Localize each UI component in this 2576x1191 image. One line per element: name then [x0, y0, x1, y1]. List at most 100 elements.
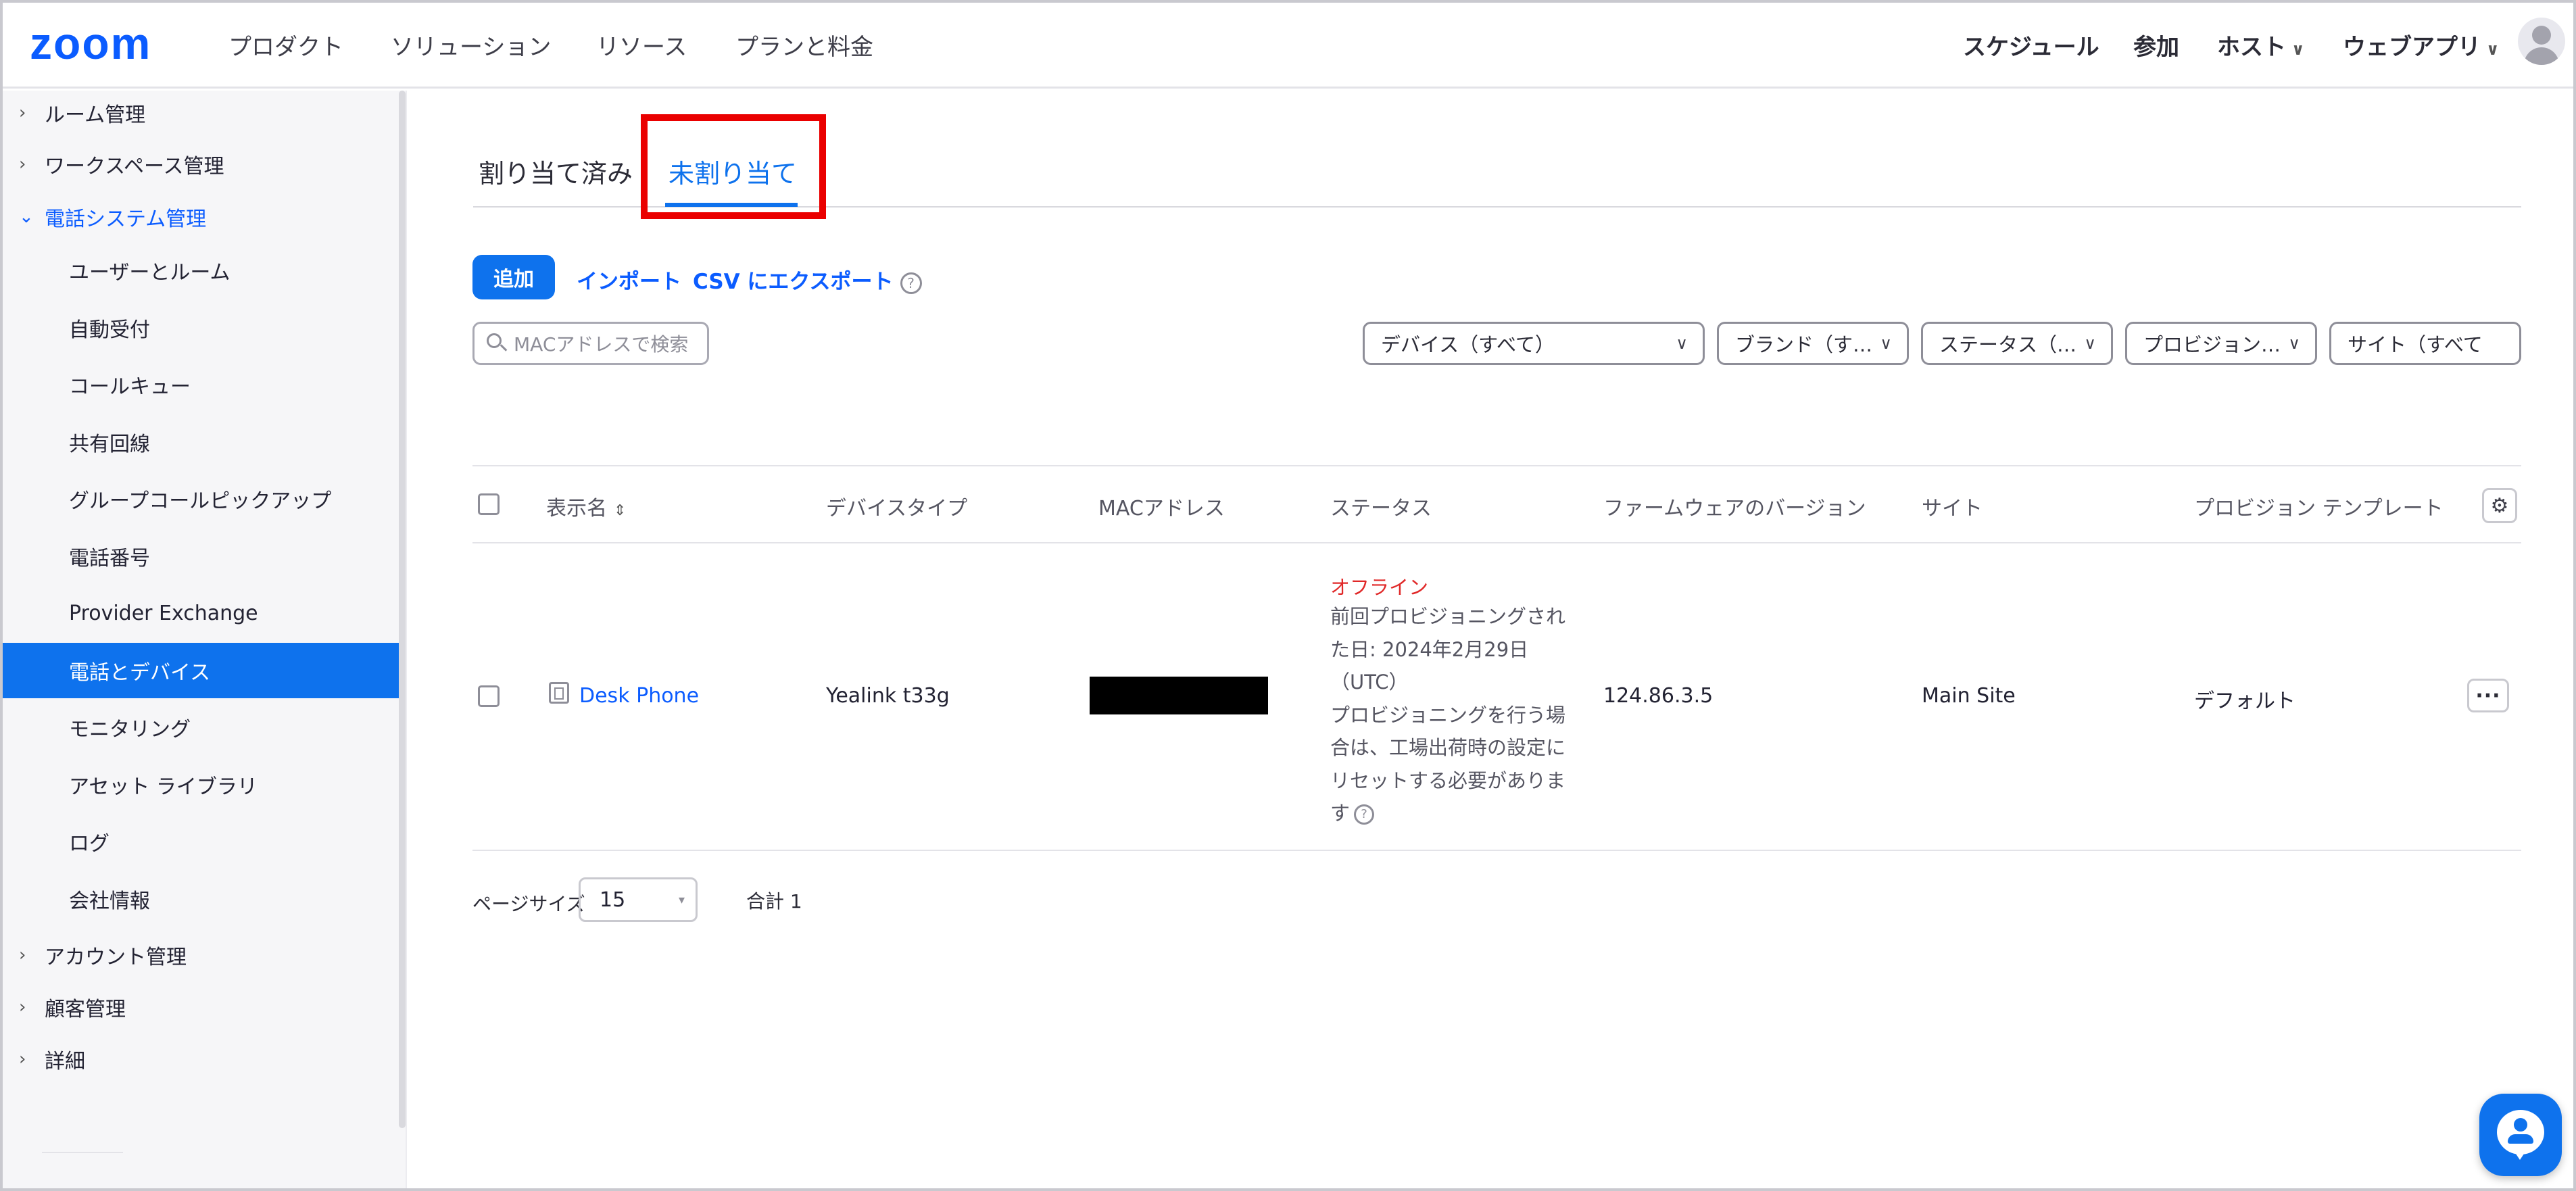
desk-phone-icon: [549, 682, 569, 704]
site-cell: Main Site: [1922, 684, 2016, 708]
device-name-link[interactable]: Desk Phone: [579, 684, 699, 708]
sidebar-item-auto-receptionist[interactable]: 自動受付: [3, 300, 399, 356]
status-details: 前回プロビジョニングされ た日: 2024年2月29日 （UTC） プロビジョニ…: [1330, 600, 1567, 830]
total-count: 合計 1: [746, 890, 802, 913]
device-type-cell: Yealink t33g: [826, 684, 950, 708]
chevron-down-icon: ∨: [2084, 334, 2096, 353]
sidebar-item-provider-exchange[interactable]: Provider Exchange: [3, 585, 399, 641]
app-window: zoom プロダクト ソリューション リソース プランと料金 スケジュール 参加…: [0, 0, 2576, 1191]
search-icon: [487, 333, 508, 354]
provision-filter-dropdown[interactable]: プロビジョン… ∨: [2125, 322, 2317, 365]
sidebar-item-account-admin[interactable]: › アカウント管理: [3, 927, 399, 983]
row-more-button[interactable]: ···: [2467, 679, 2509, 712]
sidebar-item-shared-lines[interactable]: 共有回線: [3, 414, 399, 470]
sidebar-item-phones-devices[interactable]: 電話とデバイス: [3, 643, 399, 698]
chat-bubble-icon: [2497, 1110, 2544, 1160]
sidebar-item-phone-numbers[interactable]: 電話番号: [3, 529, 399, 584]
status-offline: オフライン: [1330, 576, 1429, 599]
chevron-right-icon: ›: [19, 997, 26, 1017]
chevron-down-icon: ∨: [1880, 334, 1892, 353]
nav-join[interactable]: 参加: [2133, 28, 2179, 62]
status-filter-value: ステータス（…: [1939, 333, 2077, 356]
sidebar-divider: [42, 1152, 123, 1153]
export-csv-label: CSV にエクスポート: [693, 270, 894, 294]
chevron-down-icon: ∨: [1676, 334, 1688, 353]
annotation-highlight-box: [641, 114, 826, 219]
column-header-status: ステータス: [1330, 497, 1432, 520]
status-line: た日: 2024年2月29日: [1330, 637, 1529, 661]
nav-resources[interactable]: リソース: [596, 28, 687, 62]
status-line: 合は、工場出荷時の設定に: [1330, 736, 1566, 759]
sidebar-item-call-queue[interactable]: コールキュー: [3, 357, 399, 412]
status-line: プロビジョニングを行う場: [1330, 703, 1566, 727]
template-cell: デフォルト: [2194, 689, 2295, 713]
sidebar-item-room-admin[interactable]: › ルーム管理: [3, 85, 399, 141]
chevron-down-icon: ∨: [2486, 40, 2500, 59]
column-header-name[interactable]: 表示名 ⇕: [546, 491, 626, 521]
nav-host[interactable]: ホスト ∨: [2217, 28, 2305, 62]
nav-solutions[interactable]: ソリューション: [391, 28, 551, 62]
gear-icon: ⚙: [2490, 493, 2509, 518]
mac-search-input[interactable]: MACアドレスで検索: [472, 322, 709, 365]
column-header-template: プロビジョン テンプレート: [2194, 497, 2444, 520]
column-header-mac: MACアドレス: [1098, 497, 1225, 520]
top-nav: zoom プロダクト ソリューション リソース プランと料金 スケジュール 参加…: [3, 3, 2573, 89]
help-icon[interactable]: ?: [1354, 804, 1375, 825]
nav-products[interactable]: プロダクト: [228, 28, 343, 62]
table-row-border: [472, 850, 2521, 851]
site-filter-value: サイト（すべて: [2348, 333, 2483, 356]
chevron-right-icon: ›: [19, 1049, 26, 1069]
brand-filter-value: ブランド（す…: [1735, 333, 1873, 356]
nav-host-label: ホスト: [2217, 34, 2286, 61]
search-placeholder: MACアドレスで検索: [514, 333, 689, 356]
sidebar-item-customer-admin[interactable]: › 顧客管理: [3, 979, 399, 1035]
status-filter-dropdown[interactable]: ステータス（… ∨: [1921, 322, 2113, 365]
sidebar-item-workspace-admin[interactable]: › ワークスペース管理: [3, 137, 399, 192]
device-filter-value: デバイス（すべて）: [1381, 333, 1555, 356]
sidebar-scrollbar[interactable]: [399, 91, 406, 1128]
sidebar-item-group-call-pickup[interactable]: グループコールピックアップ: [3, 471, 399, 527]
table-header-border: [472, 542, 2521, 543]
column-settings-button[interactable]: ⚙: [2482, 488, 2517, 523]
firmware-cell: 124.86.3.5: [1603, 684, 1714, 708]
nav-webapp-label: ウェブアプリ: [2343, 34, 2481, 61]
import-link[interactable]: インポート: [577, 264, 681, 295]
help-icon[interactable]: ?: [900, 272, 922, 294]
caret-down-icon: ▾: [678, 892, 685, 907]
sidebar-item-phone-admin[interactable]: ⌄ 電話システム管理: [3, 189, 399, 245]
add-button[interactable]: 追加: [472, 255, 555, 299]
chat-support-button[interactable]: [2479, 1094, 2562, 1176]
zoom-logo[interactable]: zoom: [30, 18, 151, 69]
nav-pricing[interactable]: プランと料金: [735, 28, 873, 62]
user-avatar[interactable]: [2518, 18, 2565, 65]
sidebar-item-users-rooms[interactable]: ユーザーとルーム: [3, 243, 399, 298]
select-all-checkbox[interactable]: [478, 493, 500, 515]
chevron-right-icon: ›: [19, 154, 26, 174]
more-icon: ···: [2475, 683, 2501, 708]
chevron-right-icon: ›: [19, 945, 26, 965]
brand-filter-dropdown[interactable]: ブランド（す… ∨: [1717, 322, 1909, 365]
sidebar-item-logs[interactable]: ログ: [3, 814, 399, 869]
row-checkbox[interactable]: [478, 685, 500, 707]
nav-webapp[interactable]: ウェブアプリ ∨: [2343, 28, 2500, 62]
device-filter-dropdown[interactable]: デバイス（すべて） ∨: [1363, 322, 1705, 365]
page-size-value: 15: [600, 888, 626, 912]
page-size-select[interactable]: 15 ▾: [579, 877, 698, 922]
mac-address-redacted: [1090, 677, 1268, 714]
tab-assigned[interactable]: 割り当て済み: [479, 153, 633, 190]
nav-schedule[interactable]: スケジュール: [1963, 28, 2099, 62]
export-csv-link[interactable]: CSV にエクスポート?: [693, 264, 922, 295]
sidebar-item-advanced[interactable]: › 詳細: [3, 1031, 399, 1087]
status-line: （UTC）: [1330, 671, 1409, 694]
site-filter-dropdown[interactable]: サイト（すべて: [2329, 322, 2521, 365]
status-line: 前回プロビジョニングされ: [1330, 605, 1566, 628]
table-top-border: [472, 465, 2521, 466]
column-header-name-label: 表示名: [546, 497, 607, 520]
column-header-site: サイト: [1922, 497, 1983, 520]
sidebar-item-monitoring[interactable]: モニタリング: [3, 700, 399, 755]
sort-icon: ⇕: [614, 502, 627, 519]
sidebar-item-asset-library[interactable]: アセット ライブラリ: [3, 757, 399, 812]
column-header-firmware: ファームウェアのバージョン: [1603, 497, 1866, 520]
status-line-last: す?: [1330, 797, 1567, 830]
sidebar-item-company-info[interactable]: 会社情報: [3, 871, 399, 927]
